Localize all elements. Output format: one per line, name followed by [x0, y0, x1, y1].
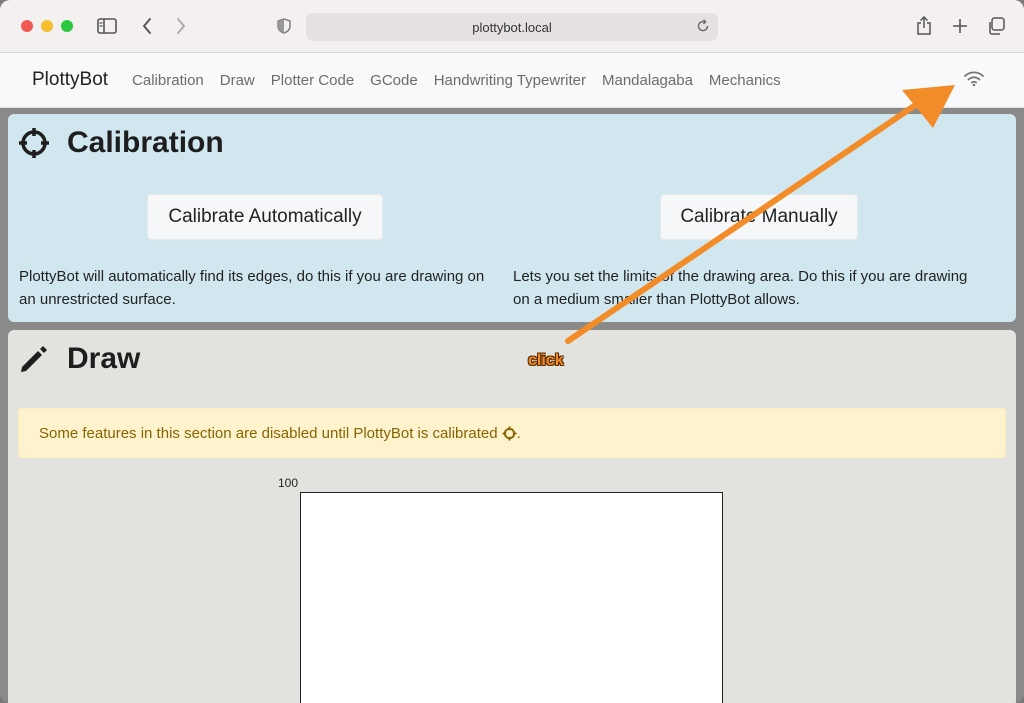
new-tab-icon[interactable]	[950, 14, 970, 38]
nav-link-draw[interactable]: Draw	[220, 72, 255, 89]
calibrate-automatically-button[interactable]: Calibrate Automatically	[147, 194, 383, 240]
privacy-shield-icon[interactable]	[275, 14, 293, 38]
manual-calibration-description: Lets you set the limits of the drawing a…	[513, 268, 968, 308]
draw-title: Draw	[67, 342, 141, 375]
minimize-window-button[interactable]	[41, 20, 53, 32]
draw-section: Draw Some features in this section are d…	[8, 330, 1016, 703]
nav-links: Calibration Draw Plotter Code GCode Hand…	[132, 72, 797, 89]
wifi-icon[interactable]	[963, 69, 985, 92]
browser-window: plottybot.local PlottyBot Calibration Dr…	[0, 0, 1024, 703]
site-navbar: PlottyBot Calibration Draw Plotter Code …	[0, 53, 1024, 108]
nav-link-handwriting-typewriter[interactable]: Handwriting Typewriter	[434, 72, 586, 89]
auto-calibration-description: PlottyBot will automatically find its ed…	[19, 268, 485, 308]
nav-link-mandalagaba[interactable]: Mandalagaba	[602, 72, 693, 89]
forward-icon[interactable]	[173, 14, 189, 38]
url-text: plottybot.local	[472, 19, 552, 35]
nav-link-gcode[interactable]: GCode	[370, 72, 418, 89]
crosshair-icon	[18, 127, 50, 164]
pencil-icon	[18, 343, 50, 380]
alert-suffix: .	[516, 424, 521, 442]
alert-text: Some features in this section are disabl…	[39, 424, 498, 442]
nav-link-mechanics[interactable]: Mechanics	[709, 72, 781, 89]
close-window-button[interactable]	[21, 20, 33, 32]
browser-toolbar: plottybot.local	[0, 0, 1024, 53]
navbar-brand[interactable]: PlottyBot	[32, 69, 108, 91]
calibrate-manually-button[interactable]: Calibrate Manually	[660, 194, 858, 240]
click-annotation-label: click	[528, 352, 564, 369]
address-bar[interactable]: plottybot.local	[306, 13, 718, 41]
nav-link-plotter-code[interactable]: Plotter Code	[271, 72, 354, 89]
calibration-title: Calibration	[67, 126, 224, 159]
calibration-warning-alert: Some features in this section are disabl…	[18, 408, 1006, 458]
crosshair-icon	[502, 425, 517, 441]
reload-icon[interactable]	[696, 19, 710, 36]
calibration-section: Calibration Calibrate Automatically Cali…	[8, 114, 1016, 322]
canvas-axis-max-label: 100	[278, 476, 299, 490]
share-icon[interactable]	[914, 14, 934, 38]
zoom-window-button[interactable]	[61, 20, 73, 32]
sidebar-toggle-icon[interactable]	[96, 14, 118, 38]
back-icon[interactable]	[139, 14, 155, 38]
tab-overview-icon[interactable]	[986, 14, 1006, 38]
nav-link-calibration[interactable]: Calibration	[132, 72, 204, 89]
drawing-canvas[interactable]	[300, 492, 723, 703]
